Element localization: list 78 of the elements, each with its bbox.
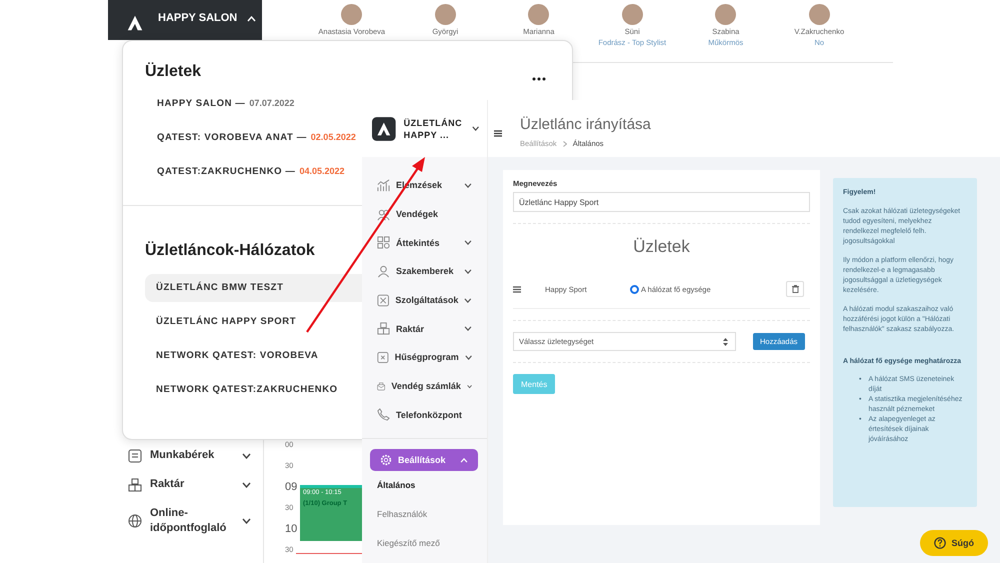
chevron-icon <box>460 458 468 463</box>
sidebar-item[interactable]: Munkabérek <box>122 448 262 463</box>
wallet-icon <box>377 380 386 393</box>
radio-button[interactable] <box>630 284 639 294</box>
drag-handle-icon[interactable] <box>513 286 521 292</box>
grid-icon <box>377 236 390 250</box>
settings-menu-item[interactable]: Beállítások <box>370 449 478 472</box>
avatar-placeholder <box>528 4 550 25</box>
section-title: Üzletláncok-Hálózatok <box>145 242 315 260</box>
chevron-icon <box>464 240 472 246</box>
delete-button[interactable] <box>786 281 804 297</box>
chevron-icon <box>466 384 472 389</box>
chevron-right-icon <box>562 140 567 146</box>
store-date: 02.05.2022 <box>310 132 356 142</box>
question-icon <box>934 537 946 549</box>
chevron-icon <box>464 298 472 303</box>
settings-icon <box>380 454 392 466</box>
submenu-item[interactable]: Általános <box>362 471 487 500</box>
calculator-icon <box>128 448 142 462</box>
help-button[interactable]: Súgó <box>920 530 988 556</box>
sidebar-item[interactable]: Online-időpontfoglaló <box>122 506 262 536</box>
boxes-icon <box>377 322 390 336</box>
users-icon <box>377 208 390 221</box>
globe-icon <box>128 514 142 528</box>
menu-item[interactable]: Hűségprogram <box>362 343 487 372</box>
submenu-item[interactable]: Kiegészítő mező <box>362 529 487 558</box>
store-item[interactable]: QATEST: VOROBEVA ANAT — <box>157 132 307 143</box>
phone-icon <box>377 408 390 422</box>
chevron-icon <box>242 518 251 524</box>
chevron-icon <box>464 182 472 188</box>
menu-item[interactable]: Raktár <box>362 314 487 344</box>
section-heading: Üzletek <box>632 237 691 257</box>
chart-icon <box>377 178 390 192</box>
submenu-item[interactable]: Felhasználók <box>362 500 487 530</box>
scissors-icon <box>377 294 390 307</box>
name-field[interactable]: Üzletlánc Happy Sport <box>513 192 810 212</box>
chevron-icon <box>472 126 479 131</box>
chevron-icon <box>464 268 472 274</box>
sort-arrows-icon <box>723 338 728 346</box>
logo-icon <box>126 14 144 32</box>
network-item[interactable]: NETWORK QATEST:ZAKRUCHENKO <box>145 376 362 404</box>
caret-icon <box>247 16 256 22</box>
time-label: 10 <box>285 522 298 536</box>
avatar-placeholder <box>341 4 362 25</box>
person-icon <box>377 264 390 278</box>
more-icon[interactable] <box>532 77 546 81</box>
chevron-icon <box>242 452 251 458</box>
section-title: Üzletek <box>145 63 202 81</box>
menu-item[interactable]: Vendég számlák <box>362 372 487 400</box>
logo-icon <box>372 116 396 142</box>
network-item[interactable]: ÜZLETLÁNC BMW TESZT <box>145 274 362 302</box>
network-item[interactable]: NETWORK QATEST: VOROBEVA <box>145 342 362 370</box>
time-label: 09 <box>285 480 298 494</box>
boxes-icon <box>128 478 142 492</box>
store-item[interactable]: QATEST:ZAKRUCHENKO — <box>157 166 296 177</box>
store-date: 04.05.2022 <box>300 166 345 176</box>
page-title: Üzletlánc irányítása <box>520 116 651 133</box>
menu-item[interactable]: Áttekintés <box>362 228 487 258</box>
salon-switcher[interactable]: HAPPY SALON <box>108 0 262 40</box>
menu-icon[interactable] <box>494 130 502 137</box>
menu-item[interactable]: Telefonközpont <box>362 400 487 430</box>
avatar-placeholder <box>622 4 643 25</box>
menu-item[interactable]: Szakemberek <box>362 257 487 286</box>
store-date: 07.07.2022 <box>249 98 294 108</box>
brand-name[interactable]: ÜZLETLÁNC HAPPY ... <box>404 116 464 140</box>
menu-item[interactable]: Vendégek <box>362 200 487 228</box>
chevron-icon <box>464 326 472 332</box>
network-item[interactable]: ÜZLETLÁNC HAPPY SPORT <box>145 308 362 336</box>
trash-icon <box>792 285 798 293</box>
avatar-placeholder <box>715 4 736 25</box>
avatar-placeholder <box>808 4 830 25</box>
chevron-icon <box>242 482 251 488</box>
sidebar-item[interactable]: Raktár <box>122 477 262 492</box>
menu-item[interactable]: Szolgáltatások <box>362 286 487 314</box>
avatar-placeholder <box>434 4 456 25</box>
chevron-icon <box>464 354 472 360</box>
badge-icon <box>377 350 389 364</box>
store-item[interactable]: HAPPY SALON — <box>157 98 246 109</box>
